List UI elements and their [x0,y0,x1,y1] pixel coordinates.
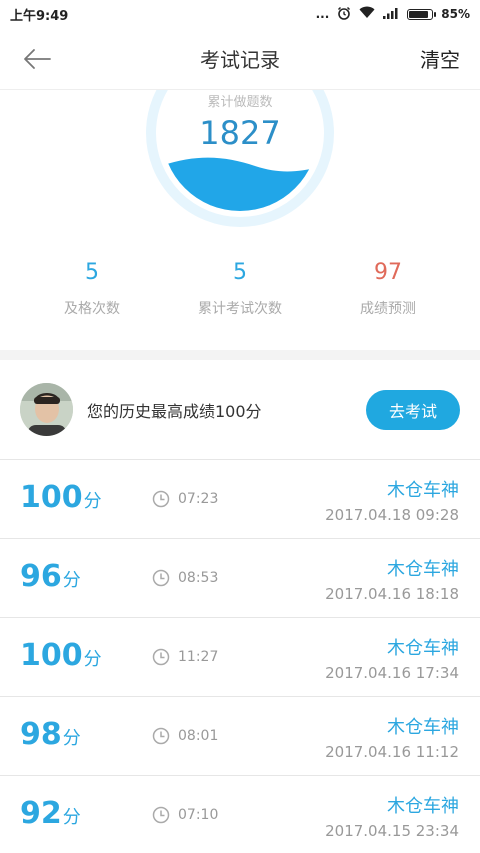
record-duration: 07:10 [152,806,218,824]
notification-dots: ... [315,7,330,21]
score-unit: 分 [83,649,102,670]
record-username: 木仓车神 [387,717,459,738]
status-bar: 上午9:49 ... 85% [0,0,480,28]
section-divider [0,350,480,360]
exam-record-row[interactable]: 96分 08:53 木仓车神 2017.04.16 18:18 [0,539,480,618]
record-score: 96分 [20,559,81,594]
record-username: 木仓车神 [387,480,459,501]
total-questions-value: 1827 [199,114,280,152]
stat-value: 5 [85,260,99,285]
signal-icon [383,7,399,22]
record-score: 98分 [20,717,81,752]
record-date: 2017.04.16 11:12 [325,743,459,761]
question-count-gauge: 累计做题数 1827 [145,90,335,228]
duration-value: 11:27 [178,649,219,665]
battery-percent: 85% [441,7,470,21]
stat-label: 及格次数 [64,301,120,317]
record-score: 100分 [20,638,102,673]
record-username: 木仓车神 [387,638,459,659]
total-questions-label: 累计做题数 [207,95,272,110]
duration-value: 07:10 [178,807,219,823]
status-time: 上午9:49 [10,8,69,24]
score-unit: 分 [62,570,81,591]
exam-record-row[interactable]: 100分 07:23 木仓车神 2017.04.18 09:28 [0,460,480,539]
exam-record-list: 100分 07:23 木仓车神 2017.04.18 09:28 96分 08:53 木仓车… [0,460,480,853]
clock-icon [152,727,170,745]
exam-record-row[interactable]: 100分 11:27 木仓车神 2017.04.16 17:34 [0,618,480,697]
record-date: 2017.04.18 09:28 [325,506,459,524]
clock-icon [152,490,170,508]
wifi-icon [359,6,375,22]
score-value: 98 [20,717,62,752]
stats-row: 5 及格次数 5 累计考试次数 97 成绩预测 [0,260,480,318]
best-score-text: 您的历史最高成绩100分 [87,401,262,421]
record-duration: 08:01 [152,727,218,745]
nav-bar: 考试记录 清空 [0,28,480,90]
summary-panel: 累计做题数 1827 5 及格次数 5 累计考试次数 97 成绩预测 [0,90,480,350]
record-duration: 07:23 [152,490,218,508]
record-score: 92分 [20,796,81,831]
stat-label: 累计考试次数 [198,301,282,317]
stat-label: 成绩预测 [360,301,416,317]
exam-record-row[interactable]: 92分 07:10 木仓车神 2017.04.15 23:34 [0,776,480,853]
score-value: 100 [20,638,83,673]
status-icons: ... 85% [316,6,470,23]
record-username: 木仓车神 [387,796,459,817]
duration-value: 08:01 [178,728,219,744]
duration-value: 08:53 [178,570,219,586]
battery-icon [407,8,437,20]
clear-button[interactable]: 清空 [420,44,460,73]
score-unit: 分 [62,728,81,749]
stat-pass-count: 5 及格次数 [22,260,162,318]
stat-value: 5 [233,260,247,285]
record-date: 2017.04.16 18:18 [325,585,459,603]
record-score: 100分 [20,480,102,515]
clock-icon [152,806,170,824]
stat-exam-count: 5 累计考试次数 [170,260,310,318]
record-date: 2017.04.15 23:34 [325,822,459,840]
record-duration: 11:27 [152,648,218,666]
best-score-row: 您的历史最高成绩100分 去考试 [0,360,480,460]
alarm-icon [337,6,351,23]
go-exam-button[interactable]: 去考试 [366,389,460,430]
clock-icon [152,569,170,587]
score-unit: 分 [62,807,81,828]
record-duration: 08:53 [152,569,218,587]
exam-record-row[interactable]: 98分 08:01 木仓车神 2017.04.16 11:12 [0,697,480,776]
score-value: 92 [20,796,62,831]
stat-value: 97 [374,260,402,285]
arrow-left-icon [24,48,51,69]
stat-score-prediction: 97 成绩预测 [318,260,458,318]
duration-value: 07:23 [178,491,219,507]
back-button[interactable] [22,39,62,79]
record-date: 2017.04.16 17:34 [325,664,459,682]
page-title: 考试记录 [200,48,280,72]
avatar[interactable] [20,383,73,436]
score-value: 100 [20,480,83,515]
score-value: 96 [20,559,62,594]
clock-icon [152,648,170,666]
score-unit: 分 [83,491,102,512]
record-username: 木仓车神 [387,559,459,580]
